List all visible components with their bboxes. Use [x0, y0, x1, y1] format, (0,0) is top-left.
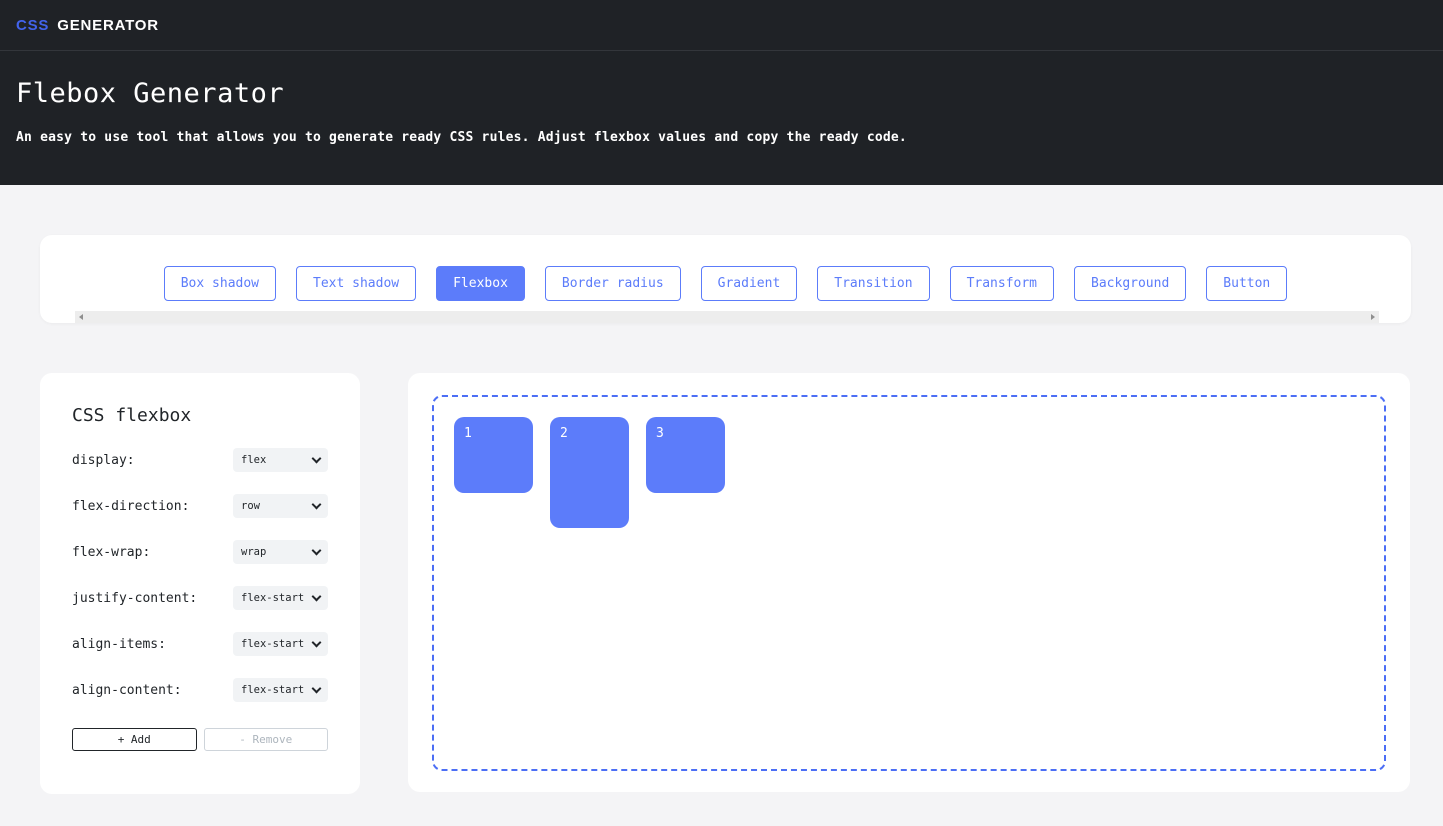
- align-content-select-value: flex-start: [241, 684, 304, 696]
- align-items-select[interactable]: flex-start: [233, 632, 328, 656]
- panel-title: CSS flexbox: [72, 405, 328, 426]
- flexbox-controls-panel: CSS flexbox display: flex flex-direction…: [40, 373, 360, 794]
- control-row-align-items: align-items: flex-start: [72, 632, 328, 656]
- logo-text-generator: GENERATOR: [57, 17, 159, 34]
- chevron-down-icon: [312, 683, 322, 693]
- logo-text-css: CSS: [16, 17, 49, 34]
- display-select[interactable]: flex: [233, 448, 328, 472]
- flexbox-preview-panel: 1 2 3: [408, 373, 1410, 792]
- app-logo[interactable]: CSS GENERATOR: [16, 17, 159, 34]
- tab-text-shadow[interactable]: Text shadow: [296, 266, 416, 301]
- justify-content-select-value: flex-start: [241, 592, 304, 604]
- hero-section: Flebox Generator An easy to use tool tha…: [0, 51, 1443, 185]
- tab-flexbox[interactable]: Flexbox: [436, 266, 525, 301]
- flex-preview-container: 1 2 3: [432, 395, 1386, 771]
- flex-preview-item-1[interactable]: 1: [454, 417, 533, 493]
- control-row-display: display: flex: [72, 448, 328, 472]
- align-content-label: align-content:: [72, 683, 182, 698]
- align-content-select[interactable]: flex-start: [233, 678, 328, 702]
- tab-box-shadow[interactable]: Box shadow: [164, 266, 276, 301]
- tab-transition[interactable]: Transition: [817, 266, 929, 301]
- chevron-down-icon: [312, 591, 322, 601]
- chevron-down-icon: [312, 545, 322, 555]
- tabs-horizontal-scrollbar[interactable]: [75, 311, 1379, 323]
- top-navbar: CSS GENERATOR: [0, 0, 1443, 51]
- flex-wrap-select[interactable]: wrap: [233, 540, 328, 564]
- flex-wrap-select-value: wrap: [241, 546, 266, 558]
- content-row: CSS flexbox display: flex flex-direction…: [40, 373, 1410, 794]
- chevron-down-icon: [312, 637, 322, 647]
- scrollbar-right-arrow-icon[interactable]: [1371, 314, 1375, 320]
- control-row-align-content: align-content: flex-start: [72, 678, 328, 702]
- panel-buttons-row: + Add - Remove: [72, 728, 328, 751]
- flex-preview-item-2[interactable]: 2: [550, 417, 629, 528]
- justify-content-select[interactable]: flex-start: [233, 586, 328, 610]
- tab-button[interactable]: Button: [1206, 266, 1287, 301]
- display-label: display:: [72, 453, 135, 468]
- generator-tab-row: Box shadow Text shadow Flexbox Border ra…: [40, 235, 1411, 301]
- control-row-flex-direction: flex-direction: row: [72, 494, 328, 518]
- remove-item-button[interactable]: - Remove: [204, 728, 329, 751]
- justify-content-label: justify-content:: [72, 591, 197, 606]
- flex-preview-item-3[interactable]: 3: [646, 417, 725, 493]
- control-row-flex-wrap: flex-wrap: wrap: [72, 540, 328, 564]
- add-item-button[interactable]: + Add: [72, 728, 197, 751]
- scrollbar-left-arrow-icon[interactable]: [79, 314, 83, 320]
- generator-tabs-card: Box shadow Text shadow Flexbox Border ra…: [40, 235, 1411, 323]
- flex-direction-select[interactable]: row: [233, 494, 328, 518]
- flex-direction-select-value: row: [241, 500, 260, 512]
- flex-wrap-label: flex-wrap:: [72, 545, 150, 560]
- align-items-label: align-items:: [72, 637, 166, 652]
- tab-transform[interactable]: Transform: [950, 266, 1054, 301]
- tab-gradient[interactable]: Gradient: [701, 266, 798, 301]
- page-subtitle: An easy to use tool that allows you to g…: [16, 130, 1427, 145]
- page-title: Flebox Generator: [16, 78, 1427, 109]
- control-row-justify-content: justify-content: flex-start: [72, 586, 328, 610]
- flex-direction-label: flex-direction:: [72, 499, 189, 514]
- main-content: Box shadow Text shadow Flexbox Border ra…: [0, 235, 1443, 794]
- align-items-select-value: flex-start: [241, 638, 304, 650]
- chevron-down-icon: [312, 453, 322, 463]
- chevron-down-icon: [312, 499, 322, 509]
- tab-border-radius[interactable]: Border radius: [545, 266, 681, 301]
- tab-background[interactable]: Background: [1074, 266, 1186, 301]
- display-select-value: flex: [241, 454, 266, 466]
